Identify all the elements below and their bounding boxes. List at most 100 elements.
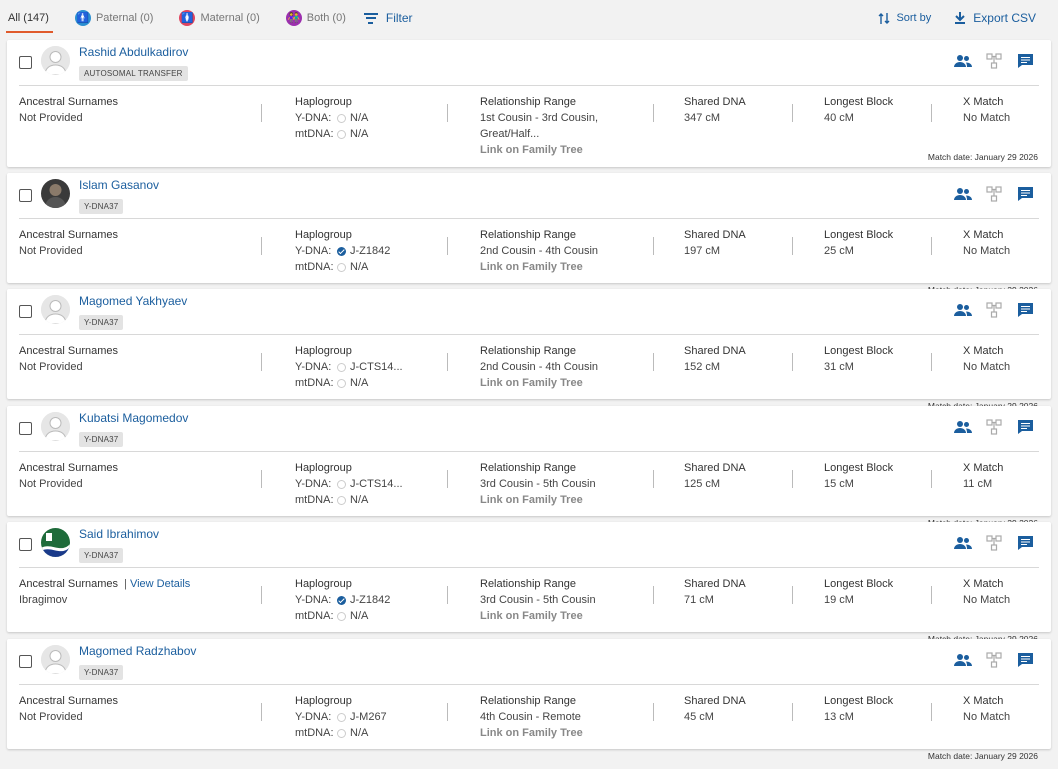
family-tree-icon[interactable]	[985, 185, 1003, 203]
relationship-value: 4th Cousin - Remote	[480, 711, 581, 723]
match-name[interactable]: Kubatsi Magomedov	[79, 411, 188, 425]
test-badge: Y-DNA37	[79, 548, 124, 563]
filter-label: Filter	[385, 11, 413, 25]
shared-matches-icon[interactable]	[954, 52, 972, 70]
family-tree-link[interactable]: Link on Family Tree	[480, 375, 650, 391]
message-icon[interactable]	[1016, 185, 1034, 203]
match-toolbar: All (147) 🚹 Paternal (0) 🚺 Maternal (0) …	[0, 0, 1058, 36]
message-icon[interactable]	[1016, 52, 1034, 70]
ydna-value: N/A	[350, 112, 369, 124]
relationship-label: Relationship Range	[480, 96, 577, 108]
sort-button[interactable]: Sort by	[878, 12, 931, 25]
family-tree-link[interactable]: Link on Family Tree	[480, 608, 650, 624]
relationship-value-cont: Great/Half...	[480, 128, 540, 140]
ydna-status-icon	[337, 246, 346, 256]
column-separator	[653, 703, 654, 721]
match-name[interactable]: Magomed Radzhabov	[79, 644, 196, 658]
column-separator	[653, 353, 654, 371]
match-name[interactable]: Said Ibrahimov	[79, 527, 159, 541]
family-tree-icon[interactable]	[985, 52, 1003, 70]
mtdna-value: N/A	[350, 377, 369, 389]
family-tree-link[interactable]: Link on Family Tree	[480, 492, 650, 508]
mtdna-status-icon	[337, 495, 346, 505]
mtdna-status-icon	[337, 129, 346, 139]
column-separator	[447, 104, 448, 122]
tab-all[interactable]: All (147)	[6, 0, 53, 36]
avatar[interactable]	[41, 179, 70, 208]
avatar[interactable]	[41, 295, 70, 324]
column-separator	[931, 237, 932, 255]
view-details-link[interactable]: View Details	[124, 578, 190, 590]
shared-matches-icon[interactable]	[954, 301, 972, 319]
match-checkbox[interactable]	[19, 422, 32, 435]
ydna-label: Y-DNA:	[295, 594, 332, 606]
match-checkbox[interactable]	[19, 305, 32, 318]
ydna-value: J-CTS14...	[350, 361, 403, 373]
longest-block-label: Longest Block	[824, 578, 894, 590]
match-date: Match date: January 29 2026	[927, 751, 1038, 761]
family-tree-link[interactable]: Link on Family Tree	[480, 259, 650, 275]
message-icon[interactable]	[1016, 651, 1034, 669]
avatar[interactable]	[41, 46, 70, 75]
match-name[interactable]: Magomed Yakhyaev	[79, 294, 187, 308]
avatar[interactable]	[41, 412, 70, 441]
match-checkbox[interactable]	[19, 538, 32, 551]
tab-paternal-label: Paternal (0)	[95, 12, 154, 24]
mtdna-label: mtDNA:	[295, 261, 334, 273]
ydna-label: Y-DNA:	[295, 112, 332, 124]
shared-dna-value: 125 cM	[684, 478, 721, 490]
shared-matches-icon[interactable]	[954, 651, 972, 669]
match-checkbox[interactable]	[19, 56, 32, 69]
family-tree-icon[interactable]	[985, 534, 1003, 552]
tab-maternal[interactable]: 🚺 Maternal (0)	[179, 0, 260, 36]
ydna-label: Y-DNA:	[295, 478, 332, 490]
paternal-icon: 🚹	[74, 10, 91, 26]
family-tree-icon[interactable]	[985, 301, 1003, 319]
match-checkbox[interactable]	[19, 655, 32, 668]
ydna-status-icon	[337, 595, 346, 605]
longest-block-value: 40 cM	[824, 112, 854, 124]
ydna-value: J-M267	[350, 711, 387, 723]
export-label: Export CSV	[973, 11, 1036, 25]
relationship-label: Relationship Range	[480, 229, 577, 241]
shared-matches-icon[interactable]	[954, 534, 972, 552]
column-separator	[447, 353, 448, 371]
shared-matches-icon[interactable]	[954, 418, 972, 436]
mtdna-status-icon	[337, 378, 346, 388]
ancestral-surnames-label: Ancestral Surnames	[19, 229, 119, 241]
avatar[interactable]	[41, 645, 70, 674]
both-icon: 👫	[285, 10, 302, 26]
shared-matches-icon[interactable]	[954, 185, 972, 203]
family-tree-link[interactable]: Link on Family Tree	[480, 725, 650, 741]
message-icon[interactable]	[1016, 534, 1034, 552]
haplogroup-label: Haplogroup	[295, 578, 352, 590]
column-separator	[653, 104, 654, 122]
x-match-value: No Match	[963, 245, 1011, 257]
tab-both[interactable]: 👫 Both (0)	[285, 0, 346, 36]
filter-button[interactable]: Filter	[363, 11, 413, 25]
shared-dna-label: Shared DNA	[684, 229, 746, 241]
tab-paternal[interactable]: 🚹 Paternal (0)	[74, 0, 154, 36]
shared-dna-label: Shared DNA	[684, 578, 746, 590]
shared-dna-value: 71 cM	[684, 594, 714, 606]
mtdna-status-icon	[337, 728, 346, 738]
shared-dna-value: 45 cM	[684, 711, 714, 723]
download-icon	[955, 12, 966, 24]
shared-dna-label: Shared DNA	[684, 96, 746, 108]
export-csv-button[interactable]: Export CSV	[953, 11, 1036, 25]
match-name[interactable]: Rashid Abdulkadirov	[79, 45, 188, 59]
longest-block-label: Longest Block	[824, 345, 894, 357]
avatar[interactable]	[41, 528, 70, 557]
family-tree-icon[interactable]	[985, 651, 1003, 669]
match-card: Magomed Yakhyaev Y-DNA37 Ancestral Surna…	[7, 289, 1051, 411]
family-tree-link[interactable]: Link on Family Tree	[480, 142, 650, 158]
family-tree-icon[interactable]	[985, 418, 1003, 436]
message-icon[interactable]	[1016, 301, 1034, 319]
x-match-label: X Match	[963, 96, 1004, 108]
match-checkbox[interactable]	[19, 189, 32, 202]
column-separator	[261, 237, 262, 255]
match-name[interactable]: Islam Gasanov	[79, 178, 159, 192]
column-separator	[447, 470, 448, 488]
message-icon[interactable]	[1016, 418, 1034, 436]
relationship-value: 1st Cousin - 3rd Cousin,	[480, 112, 598, 124]
